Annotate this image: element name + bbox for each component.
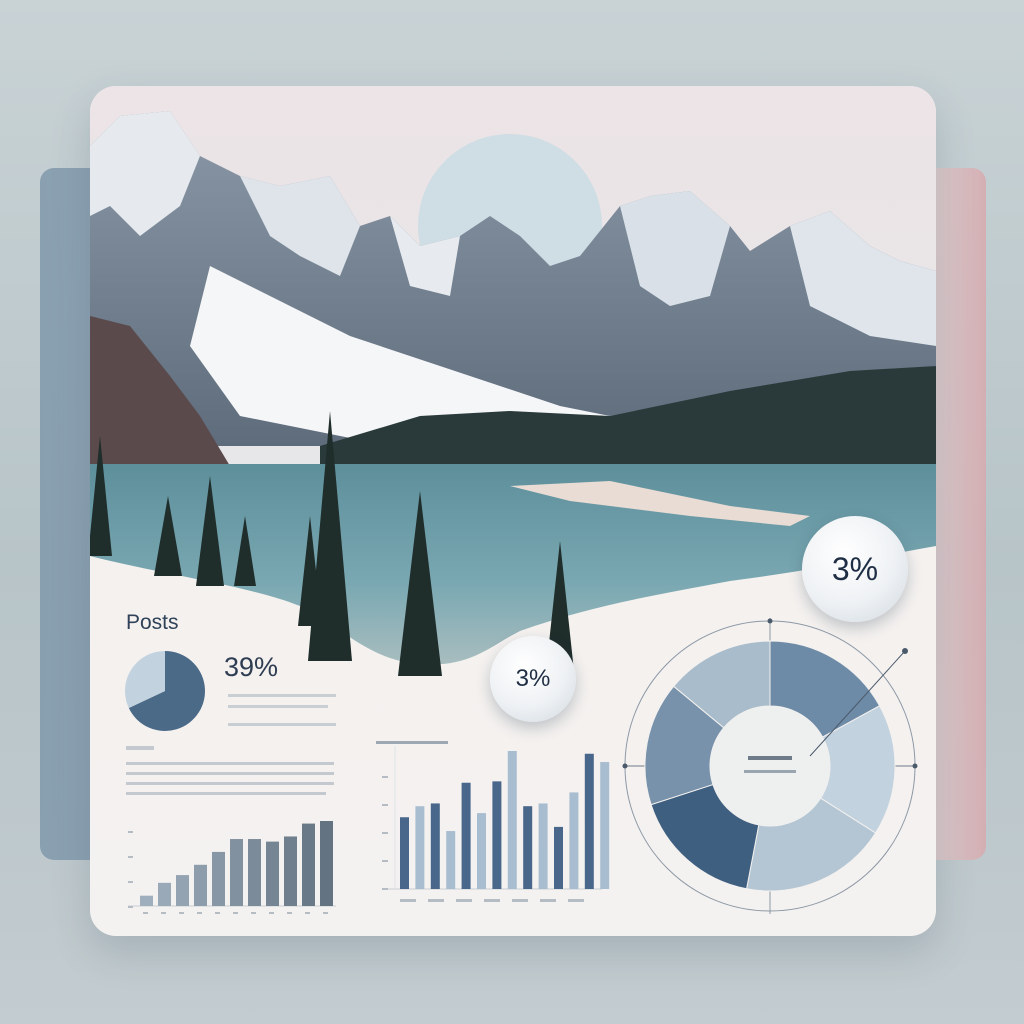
y-tick	[128, 831, 133, 833]
bar-2	[430, 803, 440, 889]
x-tick	[323, 912, 328, 914]
bar-4	[461, 782, 471, 889]
x-tick	[197, 912, 202, 914]
donut-center-placeholder	[744, 770, 796, 773]
x-tick	[540, 899, 556, 902]
donut-left-dot	[622, 763, 628, 769]
bar-4	[212, 851, 225, 906]
bar-6	[492, 781, 502, 889]
dashboard-card: Posts 39% 3% 3%	[90, 86, 936, 936]
bar-chart-left	[128, 821, 336, 914]
text-block-placeholder	[126, 746, 334, 795]
bar-7	[507, 751, 517, 889]
x-tick	[215, 912, 220, 914]
percent-bubble-small: 3%	[490, 636, 576, 722]
donut-center-placeholder	[748, 756, 792, 760]
bar-9	[538, 803, 548, 889]
y-tick	[382, 776, 388, 778]
x-tick	[428, 899, 444, 902]
bar-6	[248, 839, 261, 906]
y-tick	[128, 906, 133, 908]
percent-bubble-large: 3%	[802, 516, 908, 622]
bar-13	[600, 762, 610, 889]
x-tick	[400, 899, 416, 902]
x-tick	[269, 912, 274, 914]
y-tick	[382, 804, 388, 806]
bar-7	[266, 841, 279, 906]
bar-0	[400, 817, 409, 889]
bar-chart-middle	[376, 741, 610, 902]
donut-slice-1	[819, 705, 896, 834]
x-tick	[456, 899, 472, 902]
bar-5	[477, 813, 486, 889]
y-tick	[128, 881, 133, 883]
bar-12	[584, 753, 594, 889]
bar-1	[158, 882, 171, 906]
bar-chart-title-placeholder	[376, 741, 448, 744]
bar-8	[523, 806, 533, 889]
posts-percent: 39%	[224, 652, 279, 682]
x-tick	[143, 912, 148, 914]
y-tick	[382, 860, 388, 862]
x-tick	[484, 899, 500, 902]
bar-2	[176, 875, 189, 906]
bar-3	[194, 864, 207, 906]
x-tick	[251, 912, 256, 914]
bar-8	[284, 836, 297, 906]
x-tick	[233, 912, 238, 914]
x-tick	[568, 899, 584, 902]
bar-0	[140, 895, 153, 906]
donut-center	[710, 706, 830, 826]
x-tick	[512, 899, 528, 902]
posts-title: Posts	[126, 611, 179, 634]
bar-9	[302, 823, 315, 906]
bar-1	[415, 806, 425, 889]
bar-10	[554, 826, 563, 889]
x-tick	[179, 912, 184, 914]
y-tick	[382, 888, 388, 890]
mountain-lake-image	[90, 86, 936, 706]
donut-slice-3	[650, 783, 760, 890]
x-tick	[305, 912, 310, 914]
bar-11	[569, 792, 579, 889]
bar-3	[446, 831, 456, 889]
bar-10	[320, 821, 333, 906]
donut-slice-2	[745, 797, 877, 892]
y-tick	[382, 832, 388, 834]
bar-5	[230, 839, 243, 906]
donut-right-dot	[912, 763, 918, 769]
x-tick	[161, 912, 166, 914]
x-tick	[287, 912, 292, 914]
y-tick	[128, 856, 133, 858]
